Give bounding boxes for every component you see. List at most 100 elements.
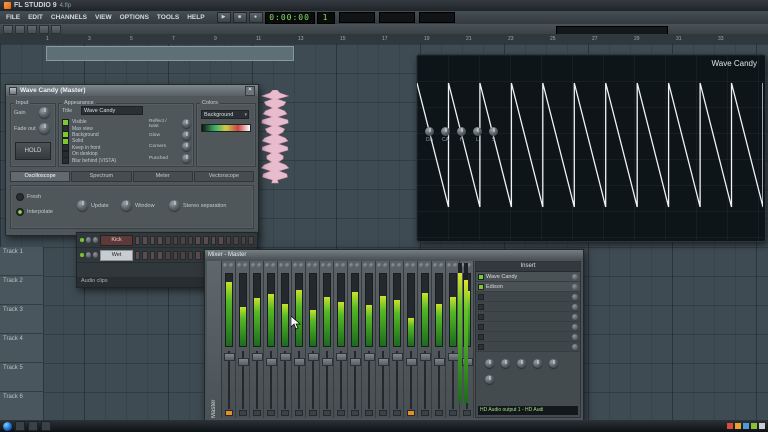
step-cell[interactable] [188,236,194,245]
channel-name-button[interactable]: Kick [100,235,132,246]
delete-tool-icon[interactable] [27,25,37,34]
mixer-strip[interactable] [404,261,418,418]
strip-fader[interactable] [378,358,389,366]
strip-fader[interactable] [322,358,333,366]
strip-sep-knob[interactable] [425,263,430,268]
audio-clip-waveform[interactable] [258,90,292,186]
da-knob[interactable] [425,127,434,136]
step-cell[interactable] [226,236,232,245]
scope-knob-ca[interactable]: CA [441,127,450,143]
step-cell[interactable] [248,236,254,245]
step-cell[interactable] [165,251,171,260]
strip-sep-knob[interactable] [285,263,290,268]
strip-sep-knob[interactable] [299,263,304,268]
channel-led[interactable] [80,253,84,257]
mixer-strip[interactable] [250,261,264,418]
strip-sep-knob[interactable] [341,263,346,268]
fx-slot-mix-knob[interactable] [572,284,578,290]
fresh-radio[interactable] [16,193,24,201]
fx-slot-mix-knob[interactable] [572,294,578,300]
stop-button[interactable]: ■ [233,12,247,23]
fx-slot[interactable] [476,312,580,322]
strip-fader[interactable] [392,353,403,361]
fx-slot-led[interactable] [478,344,484,350]
volume-knob[interactable] [93,237,98,243]
strip-sep-knob[interactable] [257,263,262,268]
scope-knob-s[interactable]: S [489,127,498,143]
strip-sep-knob[interactable] [355,263,360,268]
fx-slot-led[interactable] [478,294,484,300]
fade-out-knob[interactable] [39,123,50,134]
plugin-menu-icon[interactable] [9,87,17,95]
strip-fader[interactable] [238,358,249,366]
strip-arm-led[interactable] [365,410,373,416]
strip-sep-knob[interactable] [411,263,416,268]
step-cell[interactable] [180,251,186,260]
mixer-strip[interactable] [376,261,390,418]
interpolate-radio-row[interactable]: Interpolate [16,208,53,216]
fx-slot[interactable] [476,322,580,332]
strip-pan-knob[interactable] [377,263,382,268]
fx-send-knob[interactable] [517,359,526,368]
strip-pan-knob[interactable] [321,263,326,268]
title-input[interactable]: Wave Candy [81,106,143,115]
fx-send-knob[interactable] [533,359,542,368]
strip-fader[interactable] [420,353,431,361]
start-button[interactable] [3,422,12,431]
strip-arm-led[interactable] [239,410,247,416]
strip-pan-knob[interactable] [349,263,354,268]
menu-edit[interactable]: EDIT [24,14,47,21]
close-icon[interactable]: × [245,86,255,96]
strip-arm-led[interactable] [463,410,471,416]
fx-slot-edison[interactable]: Edison [476,282,580,292]
tray-icon-white[interactable] [759,423,765,429]
strip-pan-knob[interactable] [335,263,340,268]
step-cell[interactable] [157,251,163,260]
strip-arm-led[interactable] [351,410,359,416]
fx-slot[interactable] [476,302,580,312]
fx-slot-led[interactable] [478,334,484,340]
wave-candy-titlebar[interactable]: Wave Candy (Master) × [6,85,258,96]
fx-slot-mix-knob[interactable] [572,314,578,320]
step-cell[interactable] [157,236,163,245]
step-cell[interactable] [173,251,179,260]
strip-sep-knob[interactable] [439,263,444,268]
pencil-tool-icon[interactable] [3,25,13,34]
hold-button[interactable]: HOLD [15,142,51,160]
strip-fader[interactable] [364,353,375,361]
taskbar-app-3[interactable] [41,421,51,431]
strip-sep-knob[interactable] [383,263,388,268]
step-cell[interactable] [150,251,156,260]
strip-arm-led[interactable] [281,410,289,416]
scope-knob-da[interactable]: DA [425,127,434,143]
strip-arm-led[interactable] [393,410,401,416]
tab-vectorscope[interactable]: Vectorscope [194,171,254,182]
tray-icon-orange[interactable] [735,423,741,429]
channel-name-button[interactable]: Wet [100,250,132,261]
fx-slot[interactable] [476,342,580,352]
step-cell[interactable] [150,236,156,245]
fx-slot-led[interactable] [478,284,484,290]
strip-arm-led[interactable] [379,410,387,416]
strip-sep-knob[interactable] [369,263,374,268]
menu-view[interactable]: VIEW [91,14,116,21]
step-cell[interactable] [195,236,201,245]
strip-fader[interactable] [252,353,263,361]
strip-fader[interactable] [308,353,319,361]
gain-knob[interactable] [39,107,50,118]
taskbar-app-1[interactable] [15,421,25,431]
glow-knob[interactable] [182,131,191,140]
strip-fader[interactable] [280,353,291,361]
strip-pan-knob[interactable] [265,263,270,268]
color-gradient-bar[interactable] [201,124,251,132]
tray-icon-green[interactable] [751,423,757,429]
stereo-separation-knob[interactable] [169,200,180,211]
strip-arm-led[interactable] [407,410,415,416]
channel-led[interactable] [80,238,84,242]
mixer-strip[interactable] [236,261,250,418]
menu-file[interactable]: FILE [2,14,24,21]
background-color-dropdown[interactable]: Background [201,110,249,119]
tab-meter[interactable]: Meter [133,171,193,182]
strip-arm-led[interactable] [225,410,233,416]
step-cell[interactable] [241,236,247,245]
